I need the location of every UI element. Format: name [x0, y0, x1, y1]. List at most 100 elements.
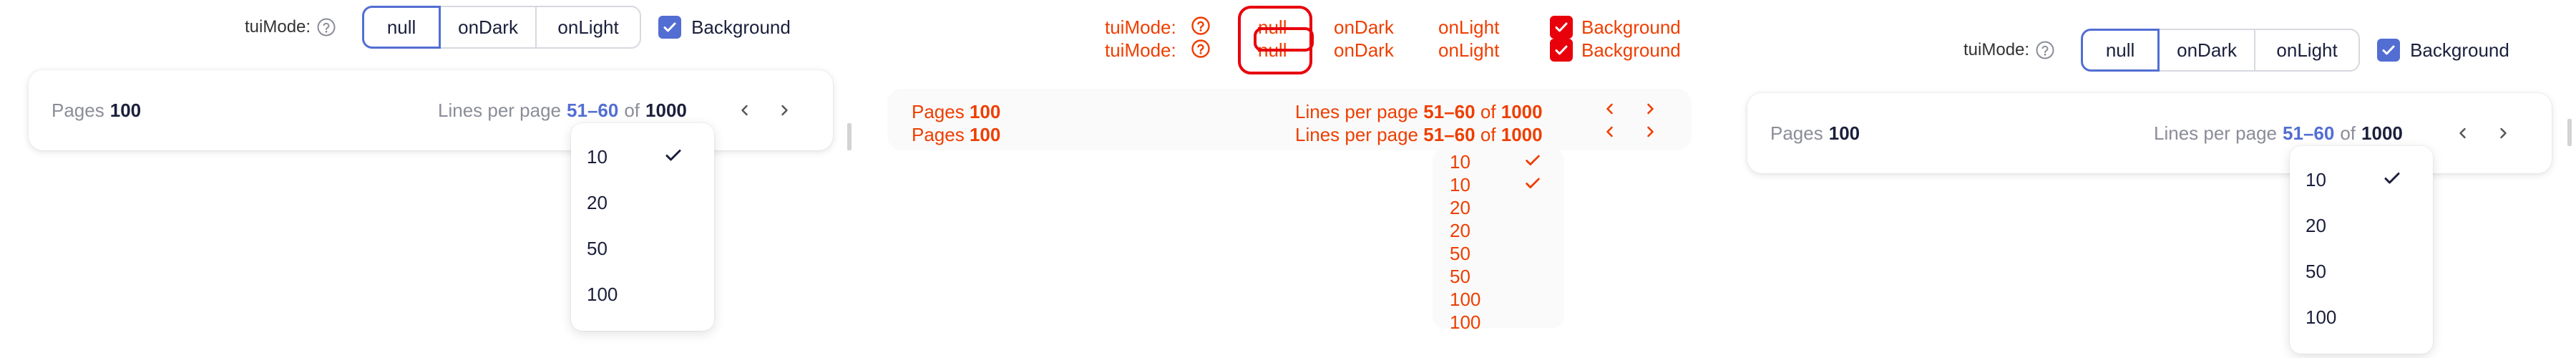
total-value: 1000 [1501, 124, 1543, 145]
chevron-left-icon[interactable] [2451, 122, 2474, 145]
mode-segmented-control: null onDark onLight [2081, 29, 2361, 72]
pages-label: Pages [1770, 122, 1823, 144]
of-label: of [1480, 101, 1496, 122]
range-select[interactable]: 51–60 [1423, 124, 1475, 145]
mode-segmented-control: null onDark onLight [362, 6, 642, 49]
background-label: Background [691, 16, 791, 38]
chevron-right-icon[interactable] [1643, 125, 1657, 139]
range-select[interactable]: 51–60 [2283, 122, 2334, 145]
dropdown-option[interactable]: 50 [2306, 261, 2326, 283]
dropdown-option[interactable]: 50 [587, 238, 608, 260]
pages-label: Pages [912, 124, 965, 145]
background-label: Background [2410, 39, 2509, 61]
resize-handle[interactable] [2567, 119, 2572, 146]
chevron-left-icon[interactable] [1603, 125, 1617, 139]
lines-per-page: Lines per page 51–60 of 1000 [1295, 101, 1543, 123]
range-select[interactable]: 51–60 [567, 100, 618, 122]
lines-per-page-label: Lines per page [1295, 101, 1419, 122]
pages-text: Pages 100 [912, 101, 1000, 123]
chevron-right-icon[interactable] [2492, 122, 2514, 145]
mode-ondark-button[interactable]: onDark [2158, 29, 2256, 72]
mode-toolbar: tuiMode: null onDark onLight Background [1963, 29, 2509, 72]
lines-per-page-label: Lines per page [438, 99, 562, 121]
help-circle-icon[interactable] [1191, 16, 1211, 36]
resize-handle[interactable] [847, 123, 852, 150]
pages-label: Pages [52, 99, 104, 121]
mode-ondark-button[interactable]: onDark [439, 6, 537, 49]
dropdown-option[interactable]: 20 [587, 192, 608, 214]
dropdown-option[interactable]: 10 [1450, 174, 1470, 196]
dropdown-option[interactable]: 50 [1450, 243, 1470, 265]
of-label: of [624, 99, 640, 121]
lines-dropdown: 10 20 50 100 [571, 123, 714, 331]
check-icon [1526, 155, 1540, 165]
lines-per-page-label: Lines per page [2154, 122, 2278, 144]
lines-per-page: Lines per page 51–60 of 1000 [438, 100, 687, 122]
pages-label: Pages [912, 101, 965, 122]
check-icon [665, 150, 681, 161]
pages-value: 100 [969, 124, 1001, 145]
dropdown-option[interactable]: 20 [1450, 197, 1470, 219]
lines-dropdown: 10 20 50 100 [2290, 146, 2433, 354]
background-checkbox[interactable] [2377, 39, 2401, 62]
chevron-right-icon[interactable] [1643, 102, 1657, 116]
pages-value: 100 [109, 99, 142, 121]
lines-per-page-label: Lines per page [1295, 124, 1419, 145]
check-icon [2384, 173, 2400, 184]
dropdown-option[interactable]: 100 [1450, 311, 1480, 334]
lines-per-page: Lines per page 51–60 of 1000 [2154, 122, 2403, 145]
of-label: of [2340, 122, 2356, 144]
dropdown-option[interactable]: 10 [2306, 169, 2326, 191]
demo-panel-2-overlay: tuiMode: null onDark onLight Background … [859, 0, 1717, 358]
lines-per-page: Lines per page 51–60 of 1000 [1295, 124, 1543, 146]
help-circle-icon[interactable] [2035, 40, 2055, 60]
mode-null-button[interactable]: null [2081, 29, 2160, 72]
demo-panel-1: tuiMode: null onDark onLight Background … [0, 0, 859, 358]
check-icon [663, 22, 676, 32]
dropdown-option[interactable]: 10 [587, 146, 608, 168]
mode-onlight-button[interactable]: onLight [535, 6, 642, 49]
background-checkbox[interactable] [658, 16, 682, 39]
mode-label: tuiMode: [1105, 39, 1176, 61]
mode-null-button[interactable]: null [362, 6, 441, 49]
mode-label: tuiMode: [1963, 40, 2030, 59]
total-value: 1000 [645, 99, 687, 121]
dropdown-option[interactable]: 50 [1450, 266, 1470, 288]
check-icon [1526, 178, 1540, 188]
pages-value: 100 [1828, 122, 1860, 144]
check-icon [1555, 22, 1568, 32]
mode-label: tuiMode: [245, 17, 311, 37]
background-checkbox[interactable] [1550, 16, 1573, 39]
background-label: Background [1581, 16, 1681, 38]
help-circle-icon[interactable] [1191, 39, 1211, 59]
total-value: 1000 [1501, 101, 1543, 122]
null-button-outline [1254, 27, 1314, 52]
mode-onlight-button[interactable]: onLight [2254, 29, 2361, 72]
background-checkbox[interactable] [1550, 39, 1573, 62]
chevron-right-icon[interactable] [773, 99, 796, 122]
pages-value: 100 [969, 101, 1001, 122]
dropdown-option[interactable]: 100 [587, 284, 618, 306]
demo-panel-3: tuiMode: null onDark onLight Background … [1717, 0, 2576, 358]
check-icon [2382, 45, 2395, 55]
dropdown-option[interactable]: 100 [2306, 306, 2336, 329]
dropdown-option[interactable]: 20 [1450, 220, 1470, 242]
mode-ondark-button[interactable]: onDark [1334, 39, 1394, 62]
total-value: 1000 [2361, 122, 2403, 144]
dropdown-option[interactable]: 10 [1450, 151, 1470, 173]
pages-text: Pages 100 [912, 124, 1000, 146]
chevron-left-icon[interactable] [1603, 102, 1617, 116]
dropdown-option[interactable]: 100 [1450, 289, 1480, 311]
mode-onlight-button[interactable]: onLight [1438, 39, 1499, 62]
background-label: Background [1581, 39, 1681, 61]
check-icon [1555, 45, 1568, 55]
mode-ondark-button[interactable]: onDark [1334, 16, 1394, 39]
range-select[interactable]: 51–60 [1423, 101, 1475, 122]
chevron-left-icon[interactable] [733, 99, 756, 122]
of-label: of [1480, 124, 1496, 145]
card-ghost [887, 89, 1692, 150]
dropdown-option[interactable]: 20 [2306, 215, 2326, 237]
mode-toolbar: tuiMode: null onDark onLight Background [245, 6, 791, 49]
mode-onlight-button[interactable]: onLight [1438, 16, 1499, 39]
help-circle-icon[interactable] [316, 17, 336, 37]
